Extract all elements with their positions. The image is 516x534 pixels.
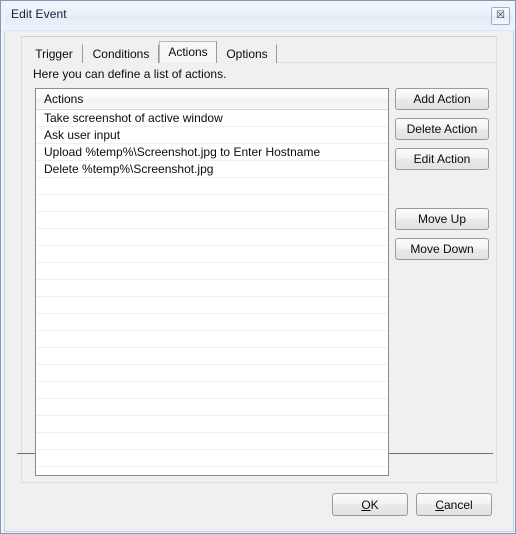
table-row[interactable]: Ask user input: [36, 127, 388, 144]
table-row-empty[interactable]: [36, 348, 388, 365]
add-action-label: Add Action: [413, 92, 471, 106]
table-row-label: Take screenshot of active window: [44, 111, 223, 125]
delete-action-button[interactable]: Delete Action: [395, 118, 489, 140]
actions-listview[interactable]: Actions Take screenshot of active window…: [35, 88, 389, 476]
listview-body: Take screenshot of active window Ask user…: [36, 110, 388, 467]
table-row-empty[interactable]: [36, 280, 388, 297]
move-up-label: Move Up: [417, 212, 467, 226]
close-button[interactable]: ☒: [491, 7, 510, 25]
tab-actions-label: Actions: [168, 45, 208, 59]
table-row[interactable]: Delete %temp%\Screenshot.jpg: [36, 161, 388, 178]
table-row-label: Ask user input: [44, 128, 121, 142]
ok-accel: O: [361, 497, 371, 512]
tab-conditions-label: Conditions: [92, 47, 150, 61]
table-row[interactable]: Upload %temp%\Screenshot.jpg to Enter Ho…: [36, 144, 388, 161]
table-row-empty[interactable]: [36, 229, 388, 246]
listview-header[interactable]: Actions: [36, 89, 388, 110]
tab-trigger[interactable]: Trigger: [25, 44, 83, 63]
column-header-actions[interactable]: Actions: [36, 92, 83, 106]
window-title: Edit Event: [11, 7, 67, 21]
tab-strip: Trigger Conditions Actions Options: [25, 41, 495, 63]
page-description: Here you can define a list of actions.: [33, 67, 227, 81]
ok-button[interactable]: OK: [332, 493, 408, 516]
cancel-button-label: Cancel: [435, 498, 472, 512]
cancel-button[interactable]: Cancel: [416, 493, 492, 516]
table-row-empty[interactable]: [36, 246, 388, 263]
title-bar: Edit Event ☒: [1, 1, 515, 31]
tab-actions[interactable]: Actions: [159, 41, 217, 63]
delete-action-label: Delete Action: [406, 122, 478, 136]
move-down-label: Move Down: [410, 242, 474, 256]
tab-trigger-label: Trigger: [35, 47, 73, 61]
ok-button-label: OK: [361, 498, 378, 512]
table-row-label: Delete %temp%\Screenshot.jpg: [44, 162, 214, 176]
edit-action-button[interactable]: Edit Action: [395, 148, 489, 170]
table-row-empty[interactable]: [36, 365, 388, 382]
move-down-button[interactable]: Move Down: [395, 238, 489, 260]
move-up-button[interactable]: Move Up: [395, 208, 489, 230]
table-row-empty[interactable]: [36, 263, 388, 280]
table-row-empty[interactable]: [36, 331, 388, 348]
tab-options[interactable]: Options: [217, 44, 277, 63]
table-row-empty[interactable]: [36, 382, 388, 399]
table-row-empty[interactable]: [36, 450, 388, 467]
table-row-empty[interactable]: [36, 433, 388, 450]
tab-conditions[interactable]: Conditions: [83, 44, 159, 63]
table-row-empty[interactable]: [36, 178, 388, 195]
cancel-rest: ancel: [443, 497, 473, 512]
close-icon: ☒: [496, 10, 505, 21]
table-row-empty[interactable]: [36, 195, 388, 212]
cancel-accel: C: [435, 497, 444, 512]
add-action-button[interactable]: Add Action: [395, 88, 489, 110]
table-row-empty[interactable]: [36, 212, 388, 229]
ok-rest: K: [370, 497, 379, 512]
table-row-label: Upload %temp%\Screenshot.jpg to Enter Ho…: [44, 145, 321, 159]
table-row-empty[interactable]: [36, 416, 388, 433]
edit-action-label: Edit Action: [413, 152, 471, 166]
tab-options-label: Options: [226, 47, 268, 61]
table-row-empty[interactable]: [36, 297, 388, 314]
table-row-empty[interactable]: [36, 399, 388, 416]
table-row-empty[interactable]: [36, 314, 388, 331]
table-row[interactable]: Take screenshot of active window: [36, 110, 388, 127]
edit-event-dialog: Edit Event ☒ Trigger Conditions Actions …: [0, 0, 516, 534]
